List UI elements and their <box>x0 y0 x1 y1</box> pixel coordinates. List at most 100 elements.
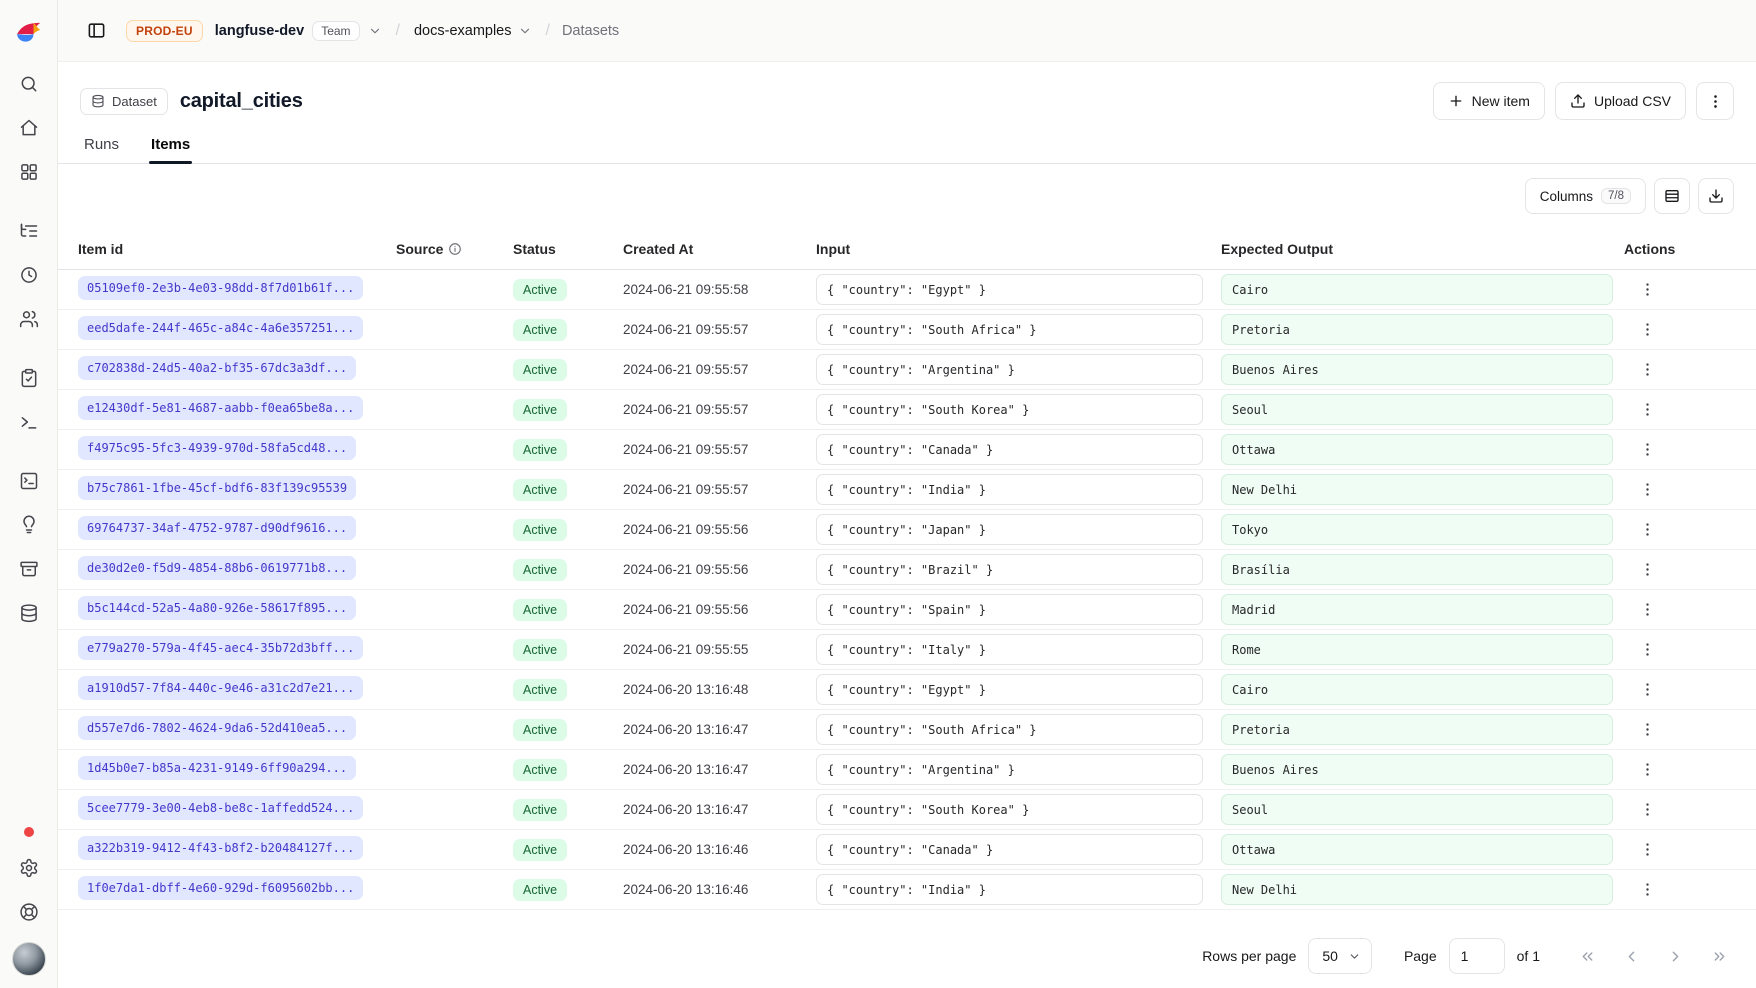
previous-page-button[interactable] <box>1616 941 1646 971</box>
more-vertical-icon <box>1639 321 1656 338</box>
page-of-label: of 1 <box>1517 948 1540 964</box>
langfuse-logo[interactable] <box>0 0 57 62</box>
table-row[interactable]: 1d45b0e7-b85a-4231-9149-6ff90a294... Act… <box>58 750 1756 790</box>
sidebar-item-evaluation[interactable] <box>11 360 47 396</box>
table-row[interactable]: 69764737-34af-4752-9787-d90df9616... Act… <box>58 510 1756 550</box>
item-id-link[interactable]: 05109ef0-2e3b-4e03-98dd-8f7d01b61f... <box>78 276 363 300</box>
tab-runs[interactable]: Runs <box>82 136 121 163</box>
table-row[interactable]: de30d2e0-f5d9-4854-88b6-0619771b8... Act… <box>58 550 1756 590</box>
table-row[interactable]: d557e7d6-7802-4624-9da6-52d410ea5... Act… <box>58 710 1756 750</box>
row-actions-button[interactable] <box>1632 475 1662 505</box>
project-switcher[interactable]: docs-examples <box>412 19 534 43</box>
sidebar-item-home[interactable] <box>11 110 47 146</box>
table-row[interactable]: 1f0e7da1-dbff-4e60-929d-f6095602bb... Ac… <box>58 870 1756 910</box>
new-item-button[interactable]: New item <box>1433 82 1545 120</box>
status-cell: Active <box>513 679 623 701</box>
item-id-cell: a322b319-9412-4f43-b8f2-b20484127f... <box>78 836 396 863</box>
table-toolbar: Columns 7/8 <box>58 164 1756 228</box>
last-page-button[interactable] <box>1704 941 1734 971</box>
columns-button[interactable]: Columns 7/8 <box>1525 178 1646 214</box>
status-badge: Active <box>513 559 567 581</box>
row-actions-button[interactable] <box>1632 275 1662 305</box>
table-row[interactable]: a1910d57-7f84-440c-9e46-a31c2d7e21... Ac… <box>58 670 1756 710</box>
table-row[interactable]: 05109ef0-2e3b-4e03-98dd-8f7d01b61f... Ac… <box>58 270 1756 310</box>
item-id-link[interactable]: f4975c95-5fc3-4939-970d-58fa5cd48... <box>78 436 356 460</box>
next-page-button[interactable] <box>1660 941 1690 971</box>
row-height-button[interactable] <box>1654 178 1690 214</box>
row-actions-button[interactable] <box>1632 435 1662 465</box>
first-page-button[interactable] <box>1572 941 1602 971</box>
user-avatar[interactable] <box>12 942 46 976</box>
sidebar-item-datasets[interactable] <box>11 595 47 631</box>
item-id-link[interactable]: b5c144cd-52a5-4a80-926e-58617f895... <box>78 596 356 620</box>
items-table: Item id Source Status Created At Input E… <box>58 228 1756 926</box>
sidebar-item-support[interactable] <box>11 894 47 930</box>
sidebar-item-users[interactable] <box>11 301 47 337</box>
sidebar-item-judge[interactable] <box>11 507 47 543</box>
rows-per-page-select[interactable]: 50 <box>1308 938 1372 974</box>
row-actions-button[interactable] <box>1632 875 1662 905</box>
item-id-link[interactable]: c702838d-24d5-40a2-bf35-67dc3a3df... <box>78 356 356 380</box>
item-id-link[interactable]: 1d45b0e7-b85a-4231-9149-6ff90a294... <box>78 756 356 780</box>
info-icon[interactable] <box>448 242 462 256</box>
item-id-link[interactable]: eed5dafe-244f-465c-a84c-4a6e357251... <box>78 316 363 340</box>
page-number-input[interactable] <box>1449 938 1505 974</box>
table-row[interactable]: e779a270-579a-4f45-aec4-35b72d3bff... Ac… <box>58 630 1756 670</box>
row-actions-button[interactable] <box>1632 795 1662 825</box>
environment-badge[interactable]: PROD-EU <box>126 20 203 42</box>
status-cell: Active <box>513 519 623 541</box>
item-id-link[interactable]: de30d2e0-f5d9-4854-88b6-0619771b8... <box>78 556 356 580</box>
row-actions-button[interactable] <box>1632 355 1662 385</box>
row-actions-button[interactable] <box>1632 595 1662 625</box>
expected-output-preview: Tokyo <box>1221 514 1613 545</box>
created-at-cell: 2024-06-21 09:55:57 <box>623 442 816 457</box>
item-id-link[interactable]: b75c7861-1fbe-45cf-bdf6-83f139c95539 <box>78 476 356 500</box>
sidebar-item-prompts[interactable] <box>11 404 47 440</box>
sidebar-item-playground[interactable] <box>11 463 47 499</box>
upload-csv-button[interactable]: Upload CSV <box>1555 82 1686 120</box>
tab-items[interactable]: Items <box>149 136 192 163</box>
table-row[interactable]: 5cee7779-3e00-4eb8-be8c-1affedd524... Ac… <box>58 790 1756 830</box>
sidebar-item-settings[interactable] <box>11 850 47 886</box>
export-button[interactable] <box>1698 178 1734 214</box>
item-id-cell: 69764737-34af-4752-9787-d90df9616... <box>78 516 396 543</box>
input-cell: { "country": "Italy" } <box>816 634 1221 665</box>
sidebar-item-dashboards[interactable] <box>11 154 47 190</box>
table-row[interactable]: f4975c95-5fc3-4939-970d-58fa5cd48... Act… <box>58 430 1756 470</box>
row-actions-button[interactable] <box>1632 315 1662 345</box>
rows-per-page-label: Rows per page <box>1202 948 1296 964</box>
table-row[interactable]: c702838d-24d5-40a2-bf35-67dc3a3df... Act… <box>58 350 1756 390</box>
sidebar-item-annotation-queues[interactable] <box>11 551 47 587</box>
table-row[interactable]: b75c7861-1fbe-45cf-bdf6-83f139c95539 Act… <box>58 470 1756 510</box>
row-actions-button[interactable] <box>1632 395 1662 425</box>
breadcrumb-datasets[interactable]: Datasets <box>562 23 619 39</box>
sidebar-item-tracing[interactable] <box>11 213 47 249</box>
sidebar-item-search[interactable] <box>11 66 47 102</box>
evaluation-icon <box>19 368 39 388</box>
item-id-link[interactable]: a322b319-9412-4f43-b8f2-b20484127f... <box>78 836 363 860</box>
table-row[interactable]: a322b319-9412-4f43-b8f2-b20484127f... Ac… <box>58 830 1756 870</box>
row-actions-button[interactable] <box>1632 555 1662 585</box>
item-id-link[interactable]: a1910d57-7f84-440c-9e46-a31c2d7e21... <box>78 676 363 700</box>
row-actions-button[interactable] <box>1632 675 1662 705</box>
row-actions-button[interactable] <box>1632 755 1662 785</box>
org-switcher[interactable]: langfuse-dev Team <box>213 17 384 45</box>
table-row[interactable]: eed5dafe-244f-465c-a84c-4a6e357251... Ac… <box>58 310 1756 350</box>
item-id-link[interactable]: d557e7d6-7802-4624-9da6-52d410ea5... <box>78 716 356 740</box>
item-id-link[interactable]: 1f0e7da1-dbff-4e60-929d-f6095602bb... <box>78 876 363 900</box>
item-id-link[interactable]: e779a270-579a-4f45-aec4-35b72d3bff... <box>78 636 363 660</box>
sidebar-item-sessions[interactable] <box>11 257 47 293</box>
row-actions-button[interactable] <box>1632 635 1662 665</box>
status-cell: Active <box>513 399 623 421</box>
table-row[interactable]: b5c144cd-52a5-4a80-926e-58617f895... Act… <box>58 590 1756 630</box>
input-cell: { "country": "India" } <box>816 474 1221 505</box>
item-id-link[interactable]: 5cee7779-3e00-4eb8-be8c-1affedd524... <box>78 796 363 820</box>
sidebar-toggle-button[interactable] <box>80 15 112 47</box>
row-actions-button[interactable] <box>1632 515 1662 545</box>
more-actions-button[interactable] <box>1696 82 1734 120</box>
item-id-link[interactable]: 69764737-34af-4752-9787-d90df9616... <box>78 516 356 540</box>
item-id-link[interactable]: e12430df-5e81-4687-aabb-f0ea65be8a... <box>78 396 363 420</box>
table-row[interactable]: e12430df-5e81-4687-aabb-f0ea65be8a... Ac… <box>58 390 1756 430</box>
row-actions-button[interactable] <box>1632 715 1662 745</box>
row-actions-button[interactable] <box>1632 835 1662 865</box>
